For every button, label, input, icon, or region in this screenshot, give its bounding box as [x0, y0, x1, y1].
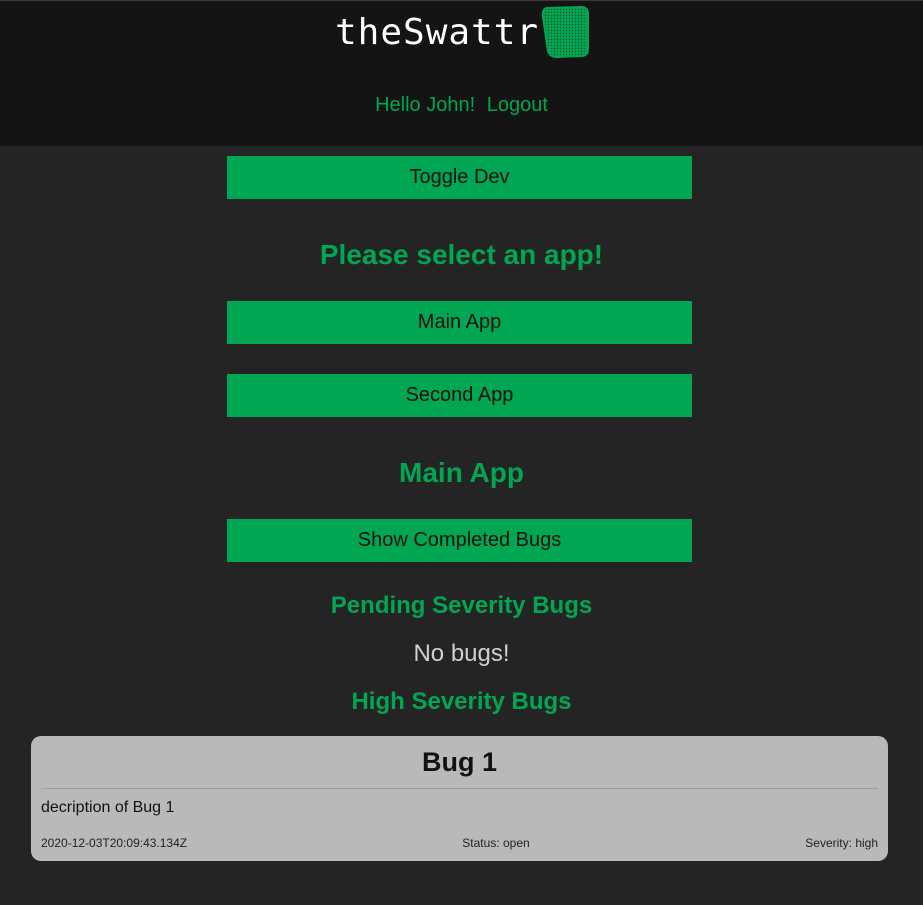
logo[interactable]: theSwattr — [335, 5, 591, 59]
high-severity-heading: High Severity Bugs — [351, 688, 572, 715]
app-button-second[interactable]: Second App — [227, 374, 692, 417]
select-app-heading: Please select an app! — [319, 239, 604, 270]
bug-title: Bug 1 — [421, 747, 497, 777]
greeting-text: Hello John! — [375, 94, 476, 116]
pending-severity-heading: Pending Severity Bugs — [330, 592, 593, 619]
bug-severity: Severity: high — [805, 836, 878, 850]
toggle-dev-button[interactable]: Toggle Dev — [227, 156, 692, 199]
logout-link[interactable]: Logout — [487, 94, 548, 116]
app-button-main[interactable]: Main App — [227, 301, 692, 344]
current-app-heading: Main App — [399, 457, 524, 488]
no-bugs-text: No bugs! — [413, 640, 510, 667]
bug-divider — [41, 788, 878, 789]
app-header: theSwattr Hello John! Logout — [0, 0, 923, 146]
bug-card[interactable]: Bug 1 decription of Bug 1 2020-12-03T20:… — [31, 736, 888, 861]
logo-text: theSwattr — [335, 12, 540, 53]
user-greeting-row: Hello John! Logout — [0, 94, 923, 116]
bug-status: Status: open — [462, 836, 530, 850]
show-completed-bugs-button[interactable]: Show Completed Bugs — [227, 519, 692, 562]
swatter-icon — [541, 5, 590, 59]
bug-description: decription of Bug 1 — [41, 799, 175, 816]
